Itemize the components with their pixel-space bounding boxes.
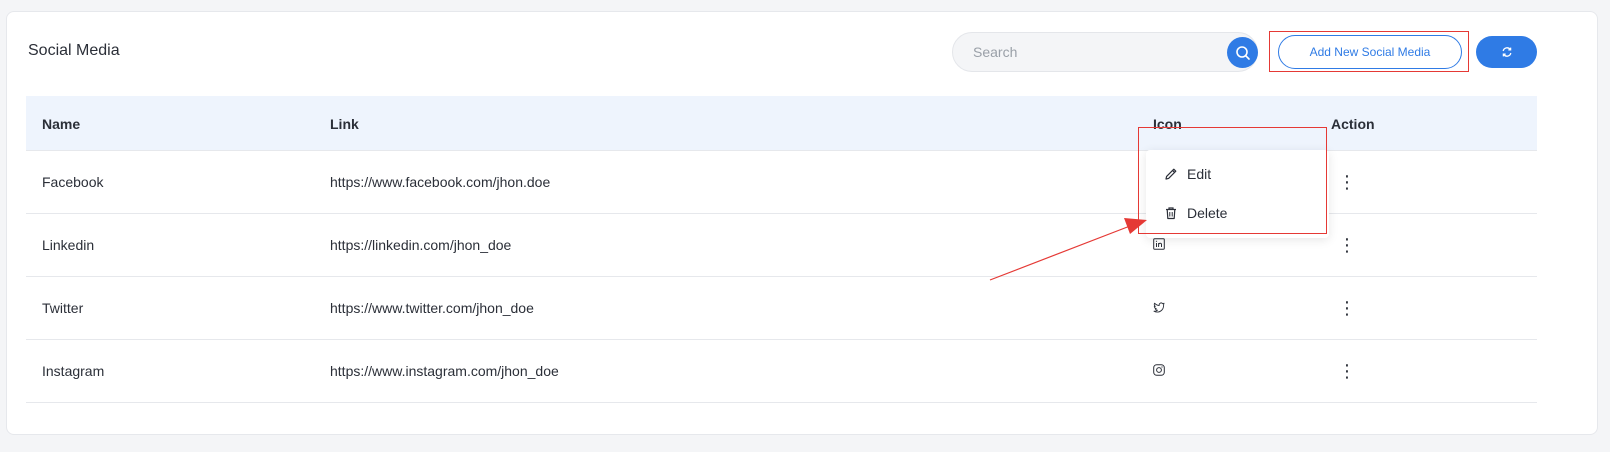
search-bar <box>952 32 1258 72</box>
row-action-menu-button[interactable]: ⋮ <box>1338 235 1356 255</box>
row-name: Linkedin <box>42 237 95 253</box>
social-media-card: Social Media Add New Social Media Name L… <box>6 11 1598 435</box>
row-link[interactable]: https://www.twitter.com/jhon_doe <box>330 300 534 316</box>
row-name: Facebook <box>42 174 104 190</box>
linkedin-icon <box>1153 238 1165 250</box>
refresh-icon <box>1502 47 1511 57</box>
search-button[interactable] <box>1227 37 1258 68</box>
row-name: Instagram <box>42 363 105 379</box>
search-icon <box>1235 45 1250 60</box>
row-name: Twitter <box>42 300 84 316</box>
column-header-name: Name <box>42 116 81 132</box>
annotation-highlight-menu <box>1138 127 1327 234</box>
search-input[interactable] <box>973 33 1213 71</box>
refresh-button[interactable] <box>1476 36 1537 68</box>
row-action-menu-button[interactable]: ⋮ <box>1338 172 1356 192</box>
row-link[interactable]: https://www.instagram.com/jhon_doe <box>330 363 559 379</box>
table-row: Twitter https://www.twitter.com/jhon_doe… <box>26 277 1537 340</box>
instagram-icon <box>1153 364 1165 376</box>
table-row: Instagram https://www.instagram.com/jhon… <box>26 340 1537 403</box>
row-action-menu-button[interactable]: ⋮ <box>1338 298 1356 318</box>
column-header-action: Action <box>1331 116 1375 132</box>
column-header-link: Link <box>330 116 359 132</box>
row-link[interactable]: https://linkedin.com/jhon_doe <box>330 237 511 253</box>
twitter-icon <box>1153 302 1165 313</box>
page-title: Social Media <box>28 42 120 59</box>
add-new-social-media-button[interactable]: Add New Social Media <box>1278 35 1462 69</box>
row-link[interactable]: https://www.facebook.com/jhon.doe <box>330 174 550 190</box>
row-action-menu-button[interactable]: ⋮ <box>1338 361 1356 381</box>
